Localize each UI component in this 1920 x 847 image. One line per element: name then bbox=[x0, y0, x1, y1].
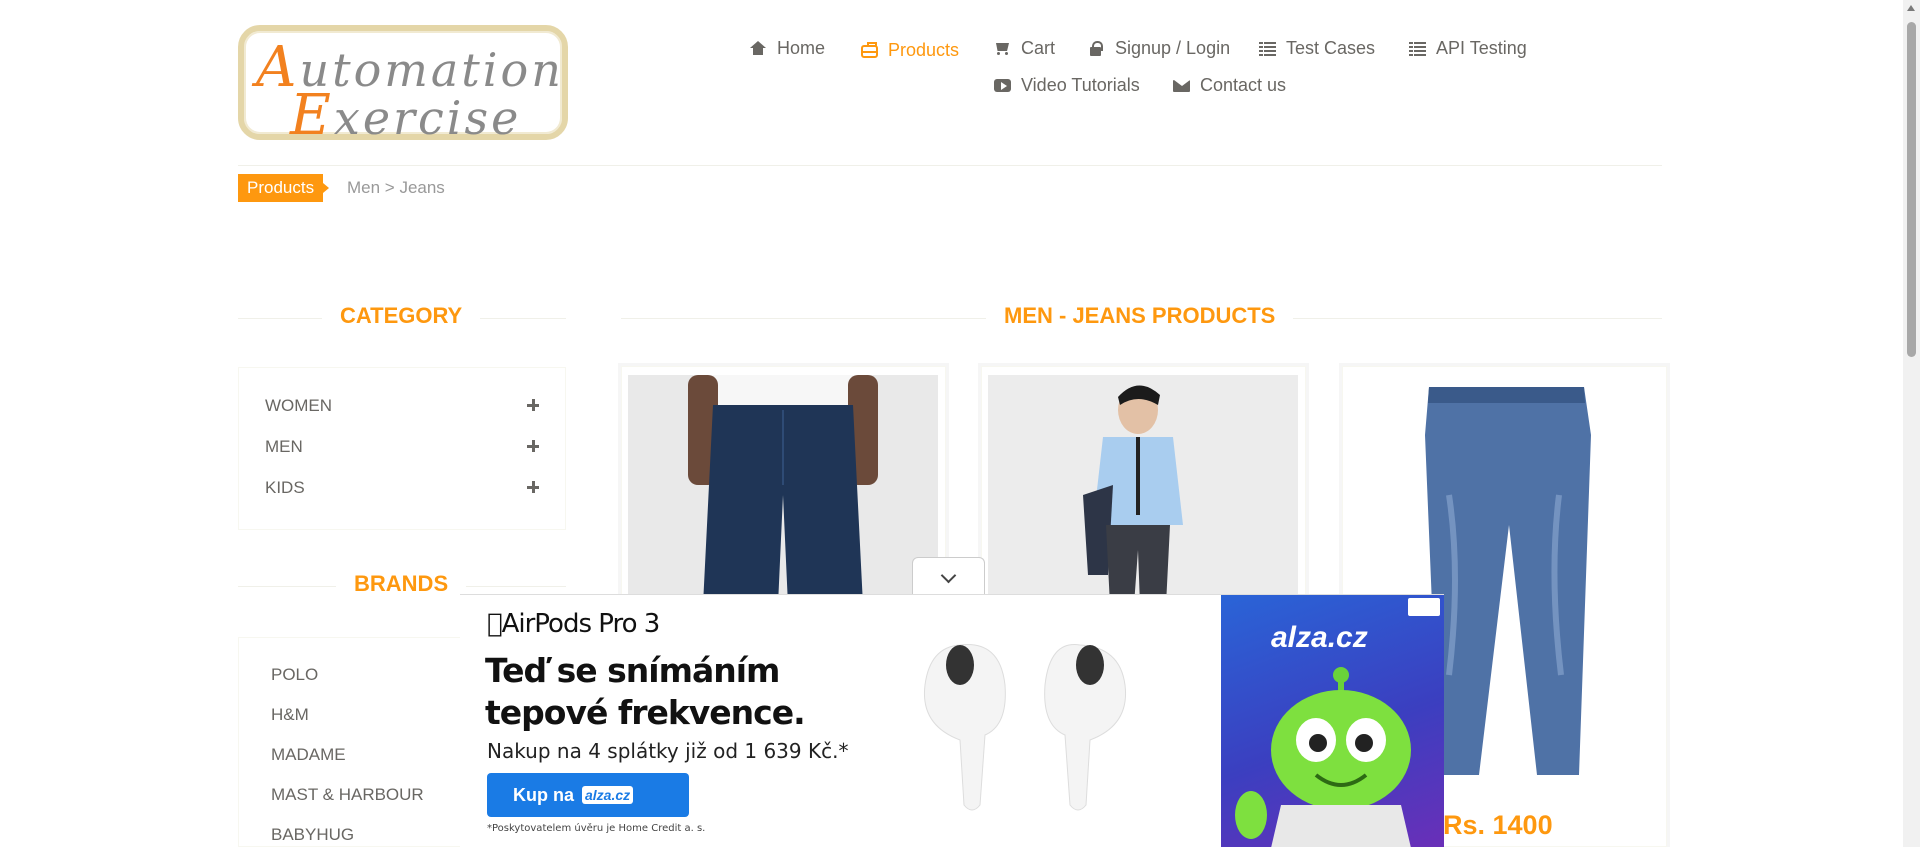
category-panel: WOMEN MEN KIDS bbox=[238, 367, 566, 530]
products-title: MEN - JEANS PRODUCTS bbox=[986, 303, 1294, 329]
chevron-down-icon bbox=[940, 567, 957, 584]
ad-cta-label: Kup na bbox=[513, 784, 574, 805]
alza-logo: alza.cz bbox=[582, 786, 634, 804]
brand-mast-harbour[interactable]: MAST & HARBOUR bbox=[271, 785, 424, 805]
category-title: CATEGORY bbox=[322, 303, 481, 329]
nav-video-tutorials[interactable]: Video Tutorials bbox=[994, 75, 1140, 96]
nav-api-testing[interactable]: API Testing bbox=[1409, 38, 1527, 59]
ad-headline-2: tepové frekvence. bbox=[485, 693, 806, 732]
breadcrumb-active[interactable]: Products bbox=[238, 174, 330, 202]
ad-subline: Nakup na 4 splátky již od 1 639 Kč.* bbox=[487, 739, 849, 763]
brand-madame[interactable]: MADAME bbox=[271, 745, 346, 765]
nav-home[interactable]: Home bbox=[750, 38, 825, 59]
ad-choices-icon[interactable] bbox=[1408, 598, 1440, 616]
nav-products[interactable]: Products bbox=[861, 40, 959, 61]
ad-headline-1: Teď se snímáním bbox=[485, 651, 780, 690]
header-divider bbox=[238, 165, 1662, 166]
alza-alien-mascot bbox=[1235, 667, 1411, 847]
ad-footnote: *Poskytovatelem úvěru je Home Credit a. … bbox=[487, 823, 706, 834]
brands-title: BRANDS bbox=[336, 571, 467, 597]
nav-signup-login[interactable]: Signup / Login bbox=[1088, 38, 1230, 59]
brand-hm[interactable]: H&M bbox=[271, 705, 309, 725]
ad-banner[interactable]: AirPods Pro 3 Teď se snímáním tepové fr… bbox=[460, 594, 1444, 847]
apple-icon:  bbox=[487, 609, 503, 639]
breadcrumb-path: Men > Jeans bbox=[347, 178, 445, 197]
brand-polo[interactable]: POLO bbox=[271, 665, 318, 685]
ad-cta-button[interactable]: Kup na alza.cz bbox=[487, 773, 689, 817]
nav-test-cases[interactable]: Test Cases bbox=[1259, 38, 1375, 59]
list-icon bbox=[1409, 41, 1426, 56]
cart-icon bbox=[994, 41, 1011, 56]
brand-babyhug[interactable]: BABYHUG bbox=[271, 825, 354, 845]
category-kids[interactable]: KIDS bbox=[265, 478, 305, 498]
alza-brand: alza.cz bbox=[1271, 621, 1368, 654]
ad-brand-panel: alza.cz bbox=[1221, 595, 1444, 847]
plus-icon[interactable] bbox=[527, 440, 539, 452]
briefcase-icon bbox=[861, 42, 878, 58]
ad-product-title: AirPods Pro 3 bbox=[487, 609, 660, 639]
airpods-image bbox=[923, 644, 1127, 811]
nav-cart[interactable]: Cart bbox=[994, 38, 1055, 59]
list-icon bbox=[1259, 41, 1276, 56]
envelope-icon bbox=[1173, 78, 1190, 93]
site-logo[interactable]: Automation Exercise bbox=[238, 25, 568, 148]
scrollbar-thumb[interactable] bbox=[1907, 22, 1916, 357]
product-image bbox=[628, 375, 938, 605]
product-price: Rs. 1400 bbox=[1443, 810, 1553, 840]
logo-line-2: Exercise bbox=[290, 83, 522, 148]
nav-contact-us[interactable]: Contact us bbox=[1173, 75, 1286, 96]
ad-collapse-button[interactable] bbox=[912, 557, 985, 595]
plus-icon[interactable] bbox=[527, 399, 539, 411]
home-icon bbox=[750, 41, 767, 56]
youtube-icon bbox=[994, 78, 1011, 93]
product-image bbox=[988, 375, 1298, 605]
page-scrollbar[interactable] bbox=[1903, 0, 1920, 847]
category-men[interactable]: MEN bbox=[265, 437, 303, 457]
lock-icon bbox=[1088, 41, 1105, 56]
category-women[interactable]: WOMEN bbox=[265, 396, 332, 416]
scroll-up-icon[interactable] bbox=[1907, 5, 1915, 11]
plus-icon[interactable] bbox=[527, 481, 539, 493]
